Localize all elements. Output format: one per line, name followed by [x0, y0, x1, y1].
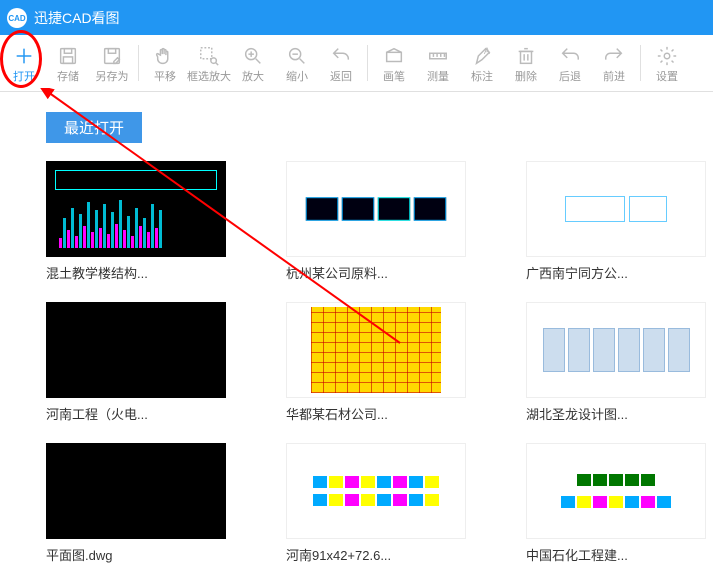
- hand-icon: [154, 42, 176, 70]
- toolbar-label: 放大: [242, 70, 264, 84]
- save-icon: [57, 42, 79, 70]
- file-name: 中国石化工程建...: [526, 545, 706, 564]
- back-button[interactable]: 返回: [319, 35, 363, 92]
- app-icon: CAD: [6, 7, 28, 29]
- mark-icon: A: [471, 42, 493, 70]
- settings-button[interactable]: 设置: [645, 35, 689, 92]
- file-name: 混土教学楼结构...: [46, 263, 226, 282]
- zoombox-icon: [198, 42, 220, 70]
- svg-text:A: A: [484, 46, 491, 56]
- file-name: 广西南宁同方公...: [526, 263, 706, 282]
- toolbar-separator: [640, 45, 641, 81]
- recent-files-grid: 混土教学楼结构... 杭州某公司原料... 广西南宁同方公... 河南工程（火电...…: [46, 161, 706, 564]
- file-name: 河南工程（火电...: [46, 404, 226, 423]
- file-thumbnail: [286, 161, 466, 257]
- redo-icon: [603, 42, 625, 70]
- file-name: 杭州某公司原料...: [286, 263, 466, 282]
- redo-button[interactable]: 前进: [592, 35, 636, 92]
- file-card[interactable]: 河南91x42+72.6...: [286, 443, 466, 564]
- zoomin-button[interactable]: 放大: [231, 35, 275, 92]
- zoombox-button[interactable]: 框选放大: [187, 35, 231, 92]
- file-thumbnail: [46, 161, 226, 257]
- delete-button[interactable]: 删除: [504, 35, 548, 92]
- file-thumbnail: [526, 161, 706, 257]
- file-thumbnail: [286, 302, 466, 398]
- file-thumbnail: [526, 443, 706, 539]
- file-card[interactable]: 杭州某公司原料...: [286, 161, 466, 282]
- app-title: 迅捷CAD看图: [34, 8, 120, 28]
- file-thumbnail: [526, 302, 706, 398]
- zoomin-icon: [242, 42, 264, 70]
- toolbar-label: 平移: [154, 70, 176, 84]
- saveas-icon: [101, 42, 123, 70]
- undo-icon: [559, 42, 581, 70]
- file-card[interactable]: 平面图.dwg: [46, 443, 226, 564]
- zoomout-icon: [286, 42, 308, 70]
- toolbar-label: 存储: [57, 70, 79, 84]
- titlebar: CAD 迅捷CAD看图: [0, 0, 713, 35]
- open-button[interactable]: 打开: [2, 35, 46, 92]
- plus-icon: [13, 42, 35, 70]
- toolbar-label: 后退: [559, 70, 581, 84]
- file-thumbnail: [286, 443, 466, 539]
- toolbar-label: 返回: [330, 70, 352, 84]
- file-name: 平面图.dwg: [46, 545, 226, 564]
- toolbar-label: 标注: [471, 70, 493, 84]
- zoomout-button[interactable]: 缩小: [275, 35, 319, 92]
- toolbar-label: 前进: [603, 70, 625, 84]
- content-area: 最近打开 混土教学楼结构... 杭州某公司原料... 广西南宁同方公... 河南工程（…: [0, 92, 713, 564]
- recent-section-header: 最近打开: [46, 112, 142, 143]
- toolbar-label: 设置: [656, 70, 678, 84]
- return-icon: [330, 42, 352, 70]
- undo-button[interactable]: 后退: [548, 35, 592, 92]
- file-card[interactable]: 广西南宁同方公...: [526, 161, 706, 282]
- draw-button[interactable]: 画笔: [372, 35, 416, 92]
- file-name: 河南91x42+72.6...: [286, 545, 466, 564]
- gear-icon: [656, 42, 678, 70]
- toolbar-label: 删除: [515, 70, 537, 84]
- toolbar-label: 另存为: [96, 70, 129, 84]
- file-name: 湖北圣龙设计图...: [526, 404, 706, 423]
- file-card[interactable]: 湖北圣龙设计图...: [526, 302, 706, 423]
- delete-icon: [515, 42, 537, 70]
- file-card[interactable]: 华都某石材公司...: [286, 302, 466, 423]
- toolbar-label: 缩小: [286, 70, 308, 84]
- file-thumbnail: [46, 443, 226, 539]
- save-button[interactable]: 存储: [46, 35, 90, 92]
- toolbar-label: 画笔: [383, 70, 405, 84]
- file-card[interactable]: 中国石化工程建...: [526, 443, 706, 564]
- draw-icon: [383, 42, 405, 70]
- measure-icon: [427, 42, 449, 70]
- pan-button[interactable]: 平移: [143, 35, 187, 92]
- toolbar-label: 测量: [427, 70, 449, 84]
- file-card[interactable]: 河南工程（火电...: [46, 302, 226, 423]
- file-card[interactable]: 混土教学楼结构...: [46, 161, 226, 282]
- toolbar-separator: [367, 45, 368, 81]
- toolbar: 打开 存储 另存为 平移框选放大放大 缩小 返回 画笔 测量 A 标注 删除 后退 前进 设置: [0, 35, 713, 92]
- saveas-button[interactable]: 另存为: [90, 35, 134, 92]
- toolbar-separator: [138, 45, 139, 81]
- toolbar-label: 打开: [13, 70, 35, 84]
- mark-button[interactable]: A 标注: [460, 35, 504, 92]
- toolbar-label: 框选放大: [187, 70, 231, 84]
- file-thumbnail: [46, 302, 226, 398]
- svg-text:CAD: CAD: [8, 14, 26, 23]
- measure-button[interactable]: 测量: [416, 35, 460, 92]
- file-name: 华都某石材公司...: [286, 404, 466, 423]
